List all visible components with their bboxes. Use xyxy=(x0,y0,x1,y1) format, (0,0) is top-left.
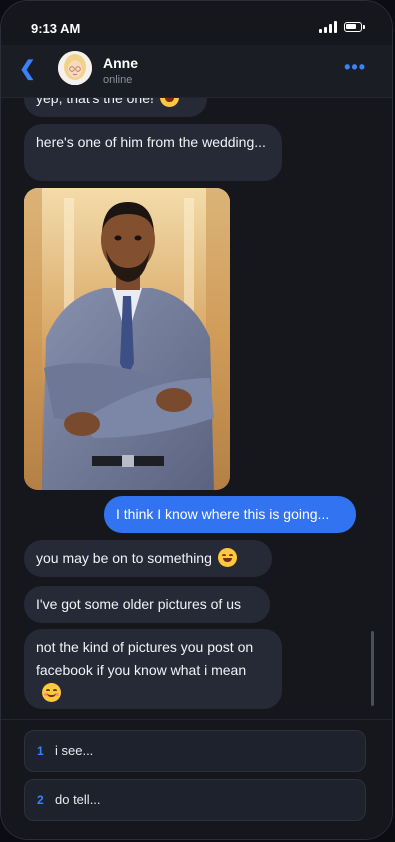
reply-number: 2 xyxy=(37,793,44,807)
message-text: not the kind of pictures you post on fac… xyxy=(36,639,254,678)
message-bubble-incoming: here's one of him from the wedding... xyxy=(24,124,282,181)
message-bubble-incoming: not the kind of pictures you post on fac… xyxy=(24,629,282,709)
status-icons xyxy=(319,21,365,33)
reply-option-2[interactable]: 2 do tell... xyxy=(24,779,366,821)
message-bubble-outgoing: I think I know where this is going... xyxy=(104,496,356,533)
presence-status: online xyxy=(103,74,133,86)
status-time: 9:13 AM xyxy=(31,21,81,36)
grinning-squinting-face-emoji xyxy=(217,548,237,567)
smiling-face-emoji xyxy=(159,98,179,107)
smiling-face-with-smiling-eyes-emoji xyxy=(42,683,61,702)
reply-option-1[interactable]: 1 i see... xyxy=(24,730,366,772)
reply-number: 1 xyxy=(37,744,44,758)
reply-label: i see... xyxy=(55,743,94,758)
chevron-left-icon[interactable]: ❮ xyxy=(19,58,36,80)
message-text: here's one of him from the wedding... xyxy=(36,134,266,150)
reply-label: do tell... xyxy=(55,792,101,807)
reply-options: 1 i see... 2 do tell... xyxy=(1,719,392,839)
chat-header: ❮ Anne online ••• xyxy=(1,45,392,98)
battery-icon xyxy=(344,22,365,32)
message-bubble-incoming: I've got some older pictures of us xyxy=(24,586,270,623)
message-list[interactable]: yep, that's the one! here's one of him f… xyxy=(1,98,392,718)
phone-frame: 9:13 AM ❮ Anne online ••• yep, that's th… xyxy=(0,0,393,840)
message-text: I've got some older pictures of us xyxy=(36,596,241,612)
message-bubble-incoming: you may be on to something xyxy=(24,540,272,577)
more-dots-icon[interactable]: ••• xyxy=(344,57,366,78)
message-bubble-incoming: yep, that's the one! xyxy=(24,98,207,117)
message-photo[interactable] xyxy=(24,188,230,490)
avatar[interactable] xyxy=(58,51,92,85)
scrollbar[interactable] xyxy=(371,631,374,706)
status-bar: 9:13 AM xyxy=(1,1,392,45)
message-text: you may be on to something xyxy=(36,550,212,566)
message-text: I think I know where this is going... xyxy=(116,506,330,522)
contact-name: Anne xyxy=(103,55,138,71)
signal-icon xyxy=(319,21,337,33)
message-text: yep, that's the one! xyxy=(36,98,154,106)
